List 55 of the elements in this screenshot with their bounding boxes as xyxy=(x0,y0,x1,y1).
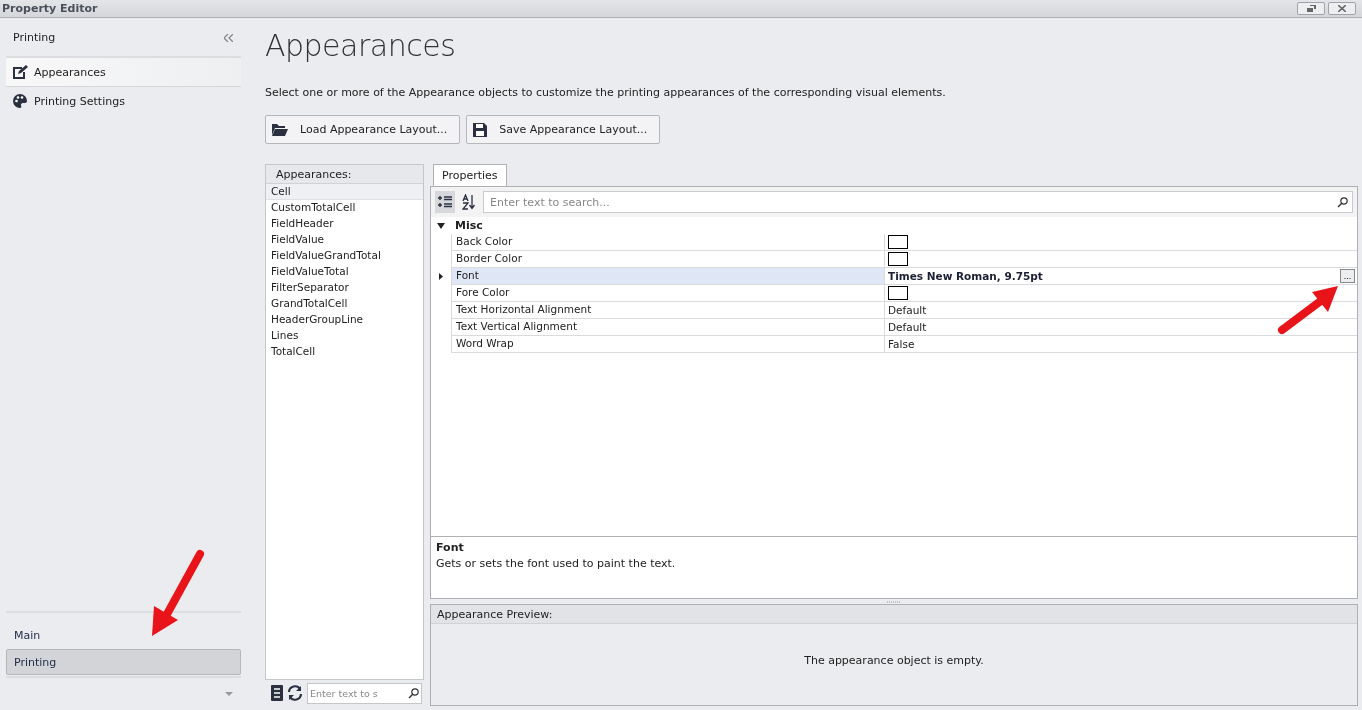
splitter-grip-icon[interactable] xyxy=(887,600,901,603)
search-box[interactable]: Enter text to s xyxy=(307,682,422,704)
nav-group-button[interactable]: Main xyxy=(6,622,241,648)
property-value: False xyxy=(888,338,915,350)
search-icon xyxy=(1337,196,1348,208)
ellipsis-button[interactable]: ... xyxy=(1340,269,1355,283)
categorized-icon xyxy=(438,195,452,209)
category-label: Misc xyxy=(455,219,483,232)
property-name: Text Horizontal Alignment xyxy=(451,302,884,319)
help-text: Gets or sets the font used to paint the text. xyxy=(436,557,677,570)
refresh-icon[interactable] xyxy=(287,685,303,701)
layout-button[interactable]: Save Appearance Layout... xyxy=(466,115,661,144)
property-name: Word Wrap xyxy=(451,336,884,353)
color-swatch xyxy=(888,235,908,249)
categorized-button[interactable] xyxy=(435,191,455,213)
close-icon xyxy=(1338,5,1346,12)
nav-group-button[interactable]: Printing xyxy=(6,649,241,675)
save-icon xyxy=(473,122,488,137)
property-name: Font xyxy=(451,268,884,285)
sidebar-title: Printing xyxy=(13,30,56,44)
preview-message: The appearance object is empty. xyxy=(804,654,984,667)
properties-tab[interactable]: Properties xyxy=(433,164,507,186)
property-name: Back Color xyxy=(451,234,884,251)
preview-header: Appearance Preview: xyxy=(431,605,1357,624)
color-swatch xyxy=(888,252,908,266)
double-chevron-icon xyxy=(224,33,233,42)
help-title: Font xyxy=(436,541,465,554)
property-value: Default xyxy=(888,304,927,316)
list-icon[interactable] xyxy=(271,685,283,701)
property-value: Times New Roman, 9.75pt xyxy=(888,270,1043,282)
property-value: Default xyxy=(888,321,927,333)
window-title: Property Editor xyxy=(2,2,98,15)
list-item[interactable]: Cell xyxy=(266,184,423,200)
collapse-triangle-icon[interactable] xyxy=(437,222,445,229)
search-field[interactable]: Enter text to s xyxy=(310,683,408,703)
restore-icon xyxy=(1306,5,1316,12)
folder-icon xyxy=(272,123,288,136)
page-title: Appearances xyxy=(265,28,457,65)
annotation-arrow xyxy=(1276,284,1340,336)
restore-button[interactable] xyxy=(1297,2,1325,15)
color-swatch xyxy=(888,286,908,300)
property-name: Fore Color xyxy=(451,285,884,302)
palette-icon xyxy=(12,93,28,109)
property-name: Text Vertical Alignment xyxy=(451,319,884,336)
page-description: Select one or more of the Appearance objects to customize the printing appearances of the corresponding visual elements. xyxy=(265,86,947,99)
sort-az-icon xyxy=(462,194,476,210)
expand-triangle-icon[interactable] xyxy=(439,273,443,280)
close-button[interactable] xyxy=(1328,2,1356,15)
nav-item[interactable]: Appearances xyxy=(6,58,241,87)
layout-button[interactable]: Load Appearance Layout... xyxy=(265,115,461,144)
edit-icon xyxy=(12,64,28,80)
nav-item[interactable]: Printing Settings xyxy=(6,87,241,116)
list-header: Appearances: xyxy=(266,165,423,184)
property-name: Border Color xyxy=(451,251,884,268)
search-icon xyxy=(408,687,419,699)
